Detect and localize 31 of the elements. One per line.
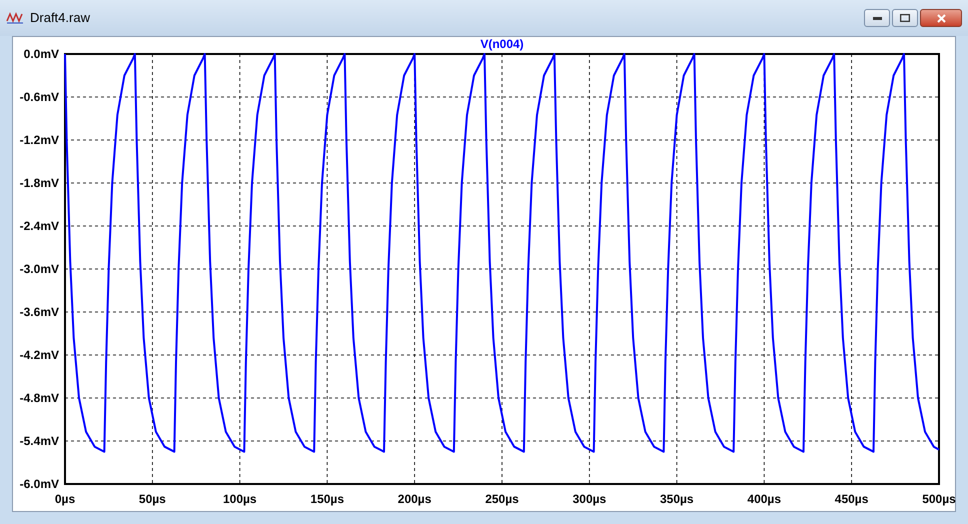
y-tick-label: -4.2mV	[20, 348, 59, 362]
y-tick-label: -1.8mV	[20, 176, 59, 190]
minimize-button[interactable]	[864, 9, 890, 27]
y-tick-label: -2.4mV	[20, 219, 59, 233]
y-tick-label: -3.6mV	[20, 305, 59, 319]
window-title: Draft4.raw	[30, 9, 90, 28]
x-tick-label: 200µs	[398, 492, 432, 506]
y-tick-label: -1.2mV	[20, 133, 59, 147]
y-tick-label: -0.6mV	[20, 90, 59, 104]
y-tick-label: -3.0mV	[20, 262, 59, 276]
y-tick-label: 0.0mV	[24, 47, 59, 61]
x-tick-label: 350µs	[660, 492, 694, 506]
close-icon	[936, 14, 946, 22]
x-tick-label: 400µs	[747, 492, 781, 506]
x-tick-label: 150µs	[310, 492, 344, 506]
x-tick-label: 500µs	[922, 492, 956, 506]
maximize-icon	[900, 14, 910, 22]
x-tick-label: 50µs	[138, 492, 166, 506]
x-tick-label: 100µs	[223, 492, 257, 506]
close-button[interactable]	[920, 9, 962, 27]
minimize-icon	[872, 16, 882, 20]
trace-name: V(n004)	[480, 37, 524, 51]
waveform-app-icon	[6, 11, 24, 25]
x-tick-label: 250µs	[485, 492, 519, 506]
x-tick-label: 300µs	[572, 492, 606, 506]
maximize-button[interactable]	[892, 9, 918, 27]
y-tick-label: -6.0mV	[20, 477, 59, 491]
x-tick-label: 450µs	[834, 492, 868, 506]
y-tick-label: -5.4mV	[20, 434, 59, 448]
x-tick-label: 0µs	[54, 492, 76, 506]
y-tick-label: -4.8mV	[20, 391, 59, 405]
